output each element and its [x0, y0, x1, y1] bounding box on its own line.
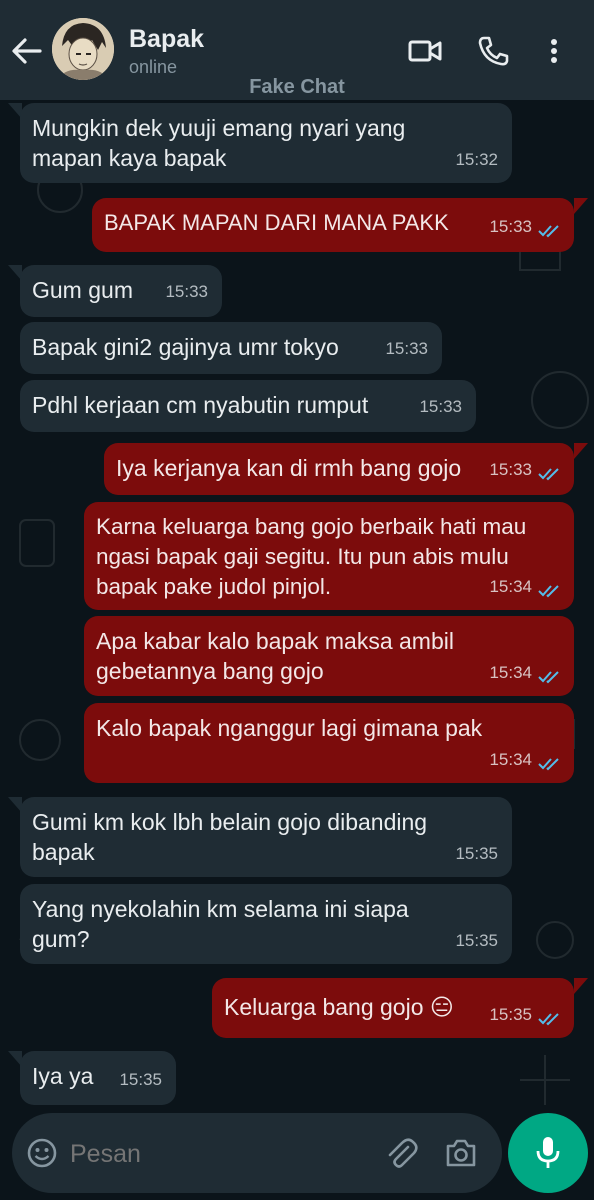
message-time: 15:33 — [419, 397, 462, 416]
message-bubble-incoming[interactable]: Bapak gini2 gajinya umr tokyo 15:33 — [20, 322, 442, 374]
bubble-tail — [574, 198, 588, 214]
message-time: 15:35 — [455, 844, 498, 863]
message-bubble-outgoing[interactable]: BAPAK MAPAN DARI MANA PAKK 15:33 — [92, 198, 574, 252]
message-time: 15:33 — [165, 282, 208, 301]
message-text: Apa kabar kalo bapak maksa ambil gebetan… — [96, 628, 454, 684]
message-text: Mungkin dek yuuji emang nyari yang mapan… — [32, 115, 406, 171]
message-text: Gumi km kok lbh belain gojo dibanding ba… — [32, 809, 428, 865]
avatar-illustration — [52, 18, 114, 80]
double-check-icon — [538, 225, 559, 238]
bubble-tail — [574, 443, 588, 459]
emoji-icon[interactable] — [26, 1137, 58, 1169]
message-bubble-incoming[interactable]: Gum gum 15:33 — [20, 265, 222, 317]
contact-name[interactable]: Bapak — [129, 25, 204, 54]
more-vertical-icon[interactable] — [543, 35, 565, 67]
message-text: Pdhl kerjaan cm nyabutin rumput — [32, 392, 369, 418]
message-bubble-outgoing[interactable]: Karna keluarga bang gojo berbaik hati ma… — [84, 502, 574, 610]
double-check-icon — [538, 1013, 559, 1026]
message-time: 15:33 — [385, 339, 428, 358]
fake-chat-watermark: Fake Chat — [249, 76, 345, 98]
message-time: 15:35 — [489, 1005, 532, 1024]
video-call-icon[interactable] — [408, 35, 442, 67]
message-bubble-outgoing[interactable]: Kalo bapak nganggur lagi gimana pak 15:3… — [84, 703, 574, 783]
mic-icon — [536, 1137, 560, 1168]
avatar[interactable] — [52, 18, 114, 80]
message-time: 15:35 — [119, 1070, 162, 1089]
message-text: Bapak gini2 gajinya umr tokyo — [32, 334, 339, 360]
voice-message-button[interactable] — [508, 1113, 588, 1193]
phone-icon[interactable] — [476, 35, 510, 67]
message-text: Yang nyekolahin km selama ini siapa gum? — [32, 896, 409, 952]
message-bubble-incoming[interactable]: Pdhl kerjaan cm nyabutin rumput 15:33 — [20, 380, 476, 432]
message-bubble-incoming[interactable]: Gumi km kok lbh belain gojo dibanding ba… — [20, 797, 512, 877]
chat-header: Bapak online Fake Chat — [0, 0, 594, 100]
message-bubble-outgoing[interactable]: Keluarga bang gojo 😑 15:35 — [212, 978, 574, 1038]
message-composer[interactable] — [12, 1113, 502, 1193]
double-check-icon — [538, 758, 559, 771]
message-bubble-outgoing[interactable]: Iya kerjanya kan di rmh bang gojo 15:33 — [104, 443, 574, 495]
message-bubble-incoming[interactable]: Mungkin dek yuuji emang nyari yang mapan… — [20, 103, 512, 183]
message-bubble-incoming[interactable]: Yang nyekolahin km selama ini siapa gum?… — [20, 884, 512, 964]
message-time: 15:34 — [489, 750, 532, 769]
message-time: 15:35 — [455, 931, 498, 950]
double-check-icon — [538, 671, 559, 684]
message-time: 15:33 — [489, 217, 532, 236]
contact-status: online — [129, 57, 178, 77]
double-check-icon — [538, 585, 559, 598]
message-time: 15:32 — [455, 150, 498, 169]
message-time: 15:34 — [489, 577, 532, 596]
message-input[interactable] — [68, 1135, 372, 1173]
bubble-tail — [574, 978, 588, 994]
back-arrow-icon[interactable] — [10, 36, 42, 66]
message-bubble-incoming[interactable]: Iya ya 15:35 — [20, 1051, 176, 1105]
message-time: 15:34 — [489, 663, 532, 682]
message-time: 15:33 — [489, 460, 532, 479]
double-check-icon — [538, 468, 559, 481]
message-bubble-outgoing[interactable]: Apa kabar kalo bapak maksa ambil gebetan… — [84, 616, 574, 696]
camera-icon[interactable] — [444, 1137, 478, 1169]
attach-icon[interactable] — [384, 1135, 418, 1171]
message-text: Kalo bapak nganggur lagi gimana pak — [96, 715, 483, 741]
